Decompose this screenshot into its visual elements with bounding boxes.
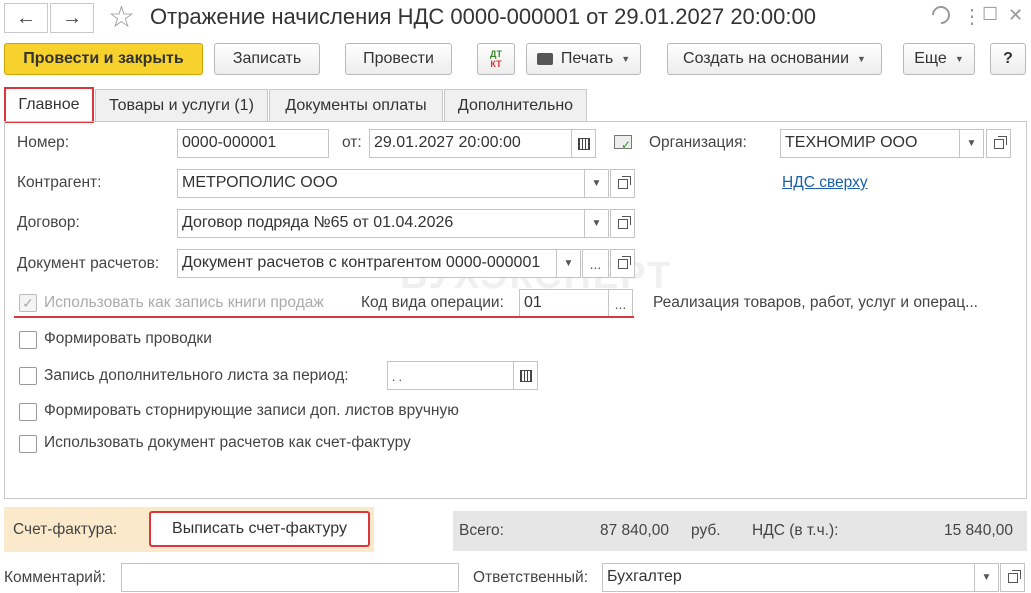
- number-field[interactable]: 0000-000001: [177, 129, 329, 158]
- storno-checkbox[interactable]: [19, 403, 37, 421]
- create-based-on-label: Создать на основании: [683, 50, 850, 67]
- contract-open-button[interactable]: [610, 209, 635, 238]
- tab-additional[interactable]: Дополнительно: [444, 89, 587, 121]
- total-value: 87 840,00: [600, 522, 669, 539]
- close-icon[interactable]: ✕: [1008, 5, 1023, 26]
- help-button[interactable]: ?: [990, 43, 1026, 75]
- date-field[interactable]: 29.01.2027 20:00:00: [369, 129, 572, 158]
- open-icon: [993, 135, 1007, 149]
- create-based-on-button[interactable]: Создать на основании ▼: [667, 43, 882, 75]
- post-button[interactable]: Провести: [345, 43, 452, 75]
- arrow-right-icon: →: [62, 6, 82, 29]
- chevron-down-icon: ▼: [966, 138, 977, 149]
- responsible-label: Ответственный:: [473, 569, 589, 586]
- total-label: Всего:: [459, 522, 504, 539]
- print-button[interactable]: Печать ▼: [526, 43, 641, 75]
- contract-dropdown[interactable]: ▼: [584, 209, 609, 238]
- contract-label: Договор:: [17, 214, 80, 231]
- issue-invoice-button[interactable]: Выписать счет-фактуру: [149, 511, 370, 547]
- dt-kt-button[interactable]: ДТ КТ: [477, 43, 515, 75]
- responsible-dropdown[interactable]: ▼: [974, 563, 999, 592]
- forward-button[interactable]: →: [50, 3, 94, 33]
- number-label: Номер:: [17, 134, 70, 151]
- open-icon: [617, 255, 631, 269]
- operation-code-label: Код вида операции:: [361, 294, 504, 311]
- printer-icon: [536, 53, 553, 65]
- favorite-star-icon[interactable]: ☆: [108, 0, 135, 35]
- contractor-open-button[interactable]: [610, 169, 635, 198]
- operation-code-field[interactable]: 01: [519, 289, 609, 318]
- organization-dropdown[interactable]: ▼: [959, 129, 984, 158]
- operation-code-select-button[interactable]: ...: [608, 289, 633, 318]
- back-button[interactable]: ←: [4, 3, 48, 33]
- maximize-icon[interactable]: ☐: [982, 4, 998, 25]
- settlement-doc-dropdown[interactable]: ▼: [556, 249, 581, 278]
- chevron-down-icon: ▼: [563, 258, 574, 269]
- print-label: Печать: [560, 50, 614, 67]
- contractor-label: Контрагент:: [17, 174, 102, 191]
- comment-field[interactable]: [121, 563, 459, 592]
- responsible-field[interactable]: Бухгалтер: [602, 563, 975, 592]
- chevron-down-icon: ▼: [981, 572, 992, 583]
- contract-field[interactable]: Договор подряда №65 от 01.04.2026: [177, 209, 585, 238]
- more-menu-icon[interactable]: ⋮: [962, 4, 982, 29]
- page-title: Отражение начисления НДС 0000-000001 от …: [150, 4, 816, 29]
- settlement-doc-label: Документ расчетов:: [17, 255, 160, 272]
- tab-main[interactable]: Главное: [4, 87, 94, 123]
- calendar-button[interactable]: [571, 129, 596, 158]
- sales-book-label: Использовать как запись книги продаж: [44, 294, 324, 311]
- comment-label: Комментарий:: [4, 569, 106, 586]
- vat-on-top-link[interactable]: НДС сверху: [782, 174, 868, 192]
- operation-code-description: Реализация товаров, работ, услуг и опера…: [653, 294, 978, 311]
- use-as-invoice-label: Использовать документ расчетов как счет-…: [44, 434, 411, 451]
- highlight-underline: [14, 316, 634, 318]
- calendar-icon: [577, 137, 590, 150]
- currency-label: руб.: [691, 522, 721, 539]
- organization-open-button[interactable]: [986, 129, 1011, 158]
- responsible-open-button[interactable]: [1000, 563, 1025, 592]
- dt-label: ДТ: [490, 49, 502, 59]
- contractor-dropdown[interactable]: ▼: [584, 169, 609, 198]
- invoice-label: Счет-фактура:: [13, 521, 118, 538]
- kt-label: КТ: [490, 59, 502, 69]
- sales-book-checkbox[interactable]: ✓: [19, 294, 37, 312]
- chevron-down-icon: ▼: [857, 54, 866, 64]
- tab-payment-documents[interactable]: Документы оплаты: [269, 89, 443, 121]
- use-as-invoice-checkbox[interactable]: [19, 435, 37, 453]
- organization-field[interactable]: ТЕХНОМИР ООО: [780, 129, 960, 158]
- settlement-doc-field[interactable]: Документ расчетов с контрагентом 0000-00…: [177, 249, 557, 278]
- settlement-doc-select-button[interactable]: ...: [582, 249, 609, 278]
- post-and-close-button[interactable]: Провести и закрыть: [4, 43, 203, 75]
- tab-goods-services[interactable]: Товары и услуги (1): [95, 89, 268, 121]
- extra-sheet-label: Запись дополнительного листа за период:: [44, 367, 349, 384]
- totals-bar: [453, 511, 1027, 551]
- arrow-left-icon: ←: [16, 6, 36, 29]
- organization-label: Организация:: [649, 134, 747, 151]
- save-button[interactable]: Записать: [214, 43, 320, 75]
- chevron-down-icon: ▼: [591, 218, 602, 229]
- more-label: Еще: [914, 50, 947, 67]
- make-entries-checkbox[interactable]: [19, 331, 37, 349]
- chevron-down-icon: ▼: [954, 54, 964, 64]
- extra-sheet-calendar-button[interactable]: [513, 361, 538, 390]
- open-icon: [1007, 569, 1021, 583]
- storno-label: Формировать сторнирующие записи доп. лис…: [44, 402, 459, 419]
- calendar-icon: [519, 369, 532, 382]
- status-check-icon[interactable]: ✓: [614, 135, 632, 152]
- more-button[interactable]: Еще ▼: [903, 43, 975, 75]
- open-icon: [617, 215, 631, 229]
- extra-sheet-period-field[interactable]: . .: [387, 361, 514, 390]
- settlement-doc-open-button[interactable]: [610, 249, 635, 278]
- open-icon: [617, 175, 631, 189]
- date-label: от:: [342, 134, 362, 151]
- extra-sheet-checkbox[interactable]: [19, 367, 37, 385]
- vat-label: НДС (в т.ч.):: [752, 522, 839, 539]
- link-icon[interactable]: [928, 2, 954, 28]
- chevron-down-icon: ▼: [591, 178, 602, 189]
- chevron-down-icon: ▼: [621, 54, 631, 64]
- vat-value: 15 840,00: [944, 522, 1013, 539]
- make-entries-label: Формировать проводки: [44, 330, 212, 347]
- contractor-field[interactable]: МЕТРОПОЛИС ООО: [177, 169, 585, 198]
